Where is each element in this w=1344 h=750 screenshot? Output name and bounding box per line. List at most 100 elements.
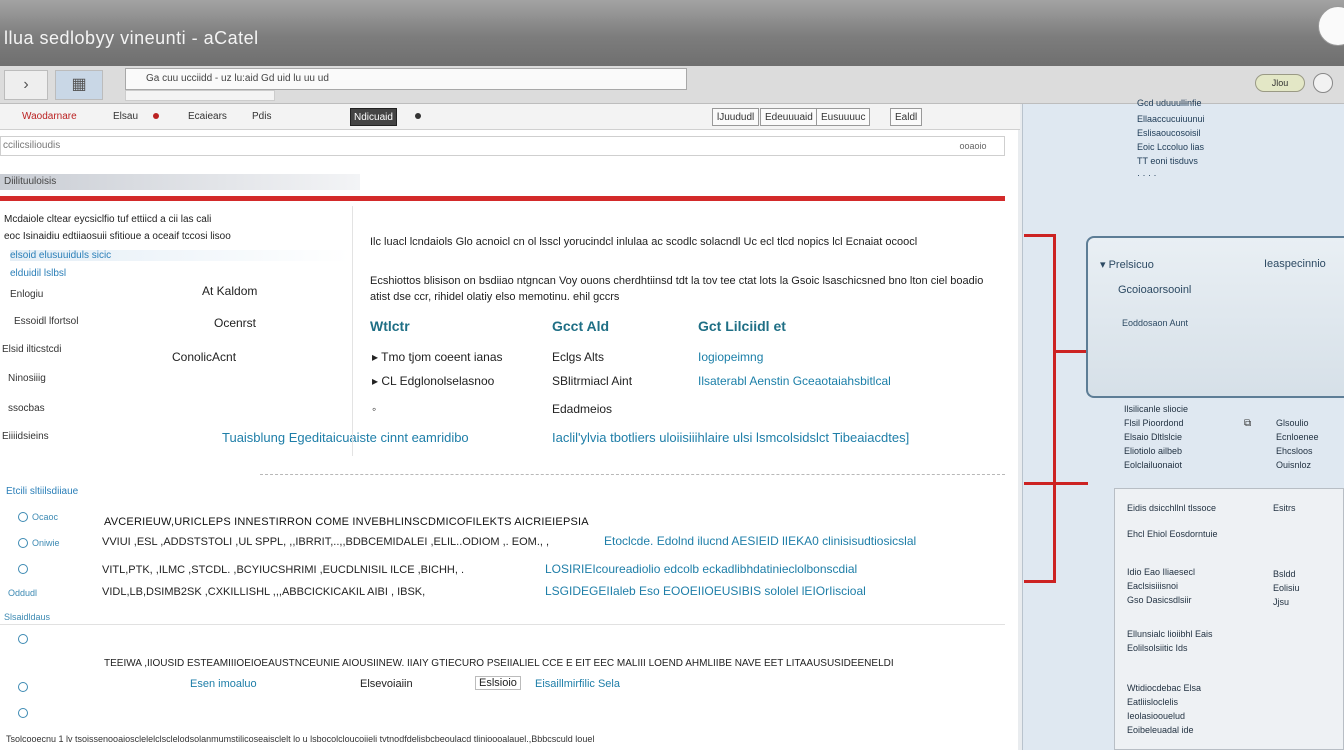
- toolbar-item[interactable]: Eusuuuuc: [816, 108, 871, 126]
- column-heading: Wtlctr: [370, 318, 410, 334]
- field-label: ssocbas: [8, 403, 45, 414]
- divider: [0, 624, 1005, 625]
- panel-item: Eaclsisiiisnoi: [1127, 581, 1179, 591]
- pane-note: Eslisaoucosoisil: [1137, 128, 1201, 138]
- toolbar-item[interactable]: Waodarnare: [22, 108, 77, 126]
- table-cell: ▸ CL Edglonolselasnoo: [372, 374, 495, 388]
- toolbar-item[interactable]: lJuududl: [712, 108, 760, 126]
- panel-item: Idio Eao Iliaesecl: [1127, 567, 1196, 577]
- profile-avatar[interactable]: [1313, 73, 1333, 93]
- table-cell[interactable]: Ilsaterabl Aenstin Gceaotaiahsbitlcal: [698, 374, 891, 388]
- panel-item: Eoibeleuadal ide: [1127, 725, 1194, 735]
- table-cell: SBlitrmiacl Aint: [552, 374, 633, 388]
- footer-item[interactable]: Esen imoaluo: [190, 678, 257, 690]
- connector-line: [1053, 234, 1056, 582]
- panel-item: Eidis dsicchllnl tlssoce: [1127, 503, 1217, 513]
- toolbar-item[interactable]: Ecaiears: [188, 108, 227, 126]
- window-titlebar: llua sedlobyy vineunti - aCatel: [0, 0, 1344, 66]
- address-input[interactable]: Ga cuu ucciidd - uz lu:aid Gd uid lu uu …: [125, 68, 687, 90]
- panel-item: Bsldd: [1273, 569, 1296, 579]
- diagram-list-item: Ehcsloos: [1276, 446, 1313, 456]
- address-subfield[interactable]: [125, 90, 275, 101]
- toolbar-item[interactable]: Elsau: [113, 108, 138, 126]
- section-link[interactable]: Etcili sltiilsdiiaue: [6, 486, 78, 497]
- panel-item: Gso Dasicsdlsiir: [1127, 595, 1192, 605]
- list-item-link[interactable]: LOSIRIEIcoureadiolio edcolb eckadlibhdat…: [545, 562, 857, 576]
- field-label: Ninosiiig: [8, 373, 46, 384]
- diagram-list-item: Ouisnloz: [1276, 460, 1312, 470]
- list-item: VITL,PTK, ,ILMC ,STCDL. ,BCYIUCSHRIMI ,E…: [102, 564, 465, 576]
- diagram-list-item: Eliotiolo ailbeb: [1124, 446, 1183, 456]
- table-cell: ▸ Tmo tjom coeent ianas: [372, 350, 503, 364]
- search-button[interactable]: ooaoio: [948, 140, 998, 152]
- panel-item: Eolilsolsiitic Ids: [1127, 643, 1188, 653]
- diagram-node[interactable]: ▾ Prelsicuo Ieaspecinnio Gcoioaorsooinl …: [1086, 236, 1344, 398]
- toolbar-item[interactable]: Ealdl: [890, 108, 923, 126]
- radio-label: Slsaidldaus: [4, 612, 51, 622]
- list-item-link[interactable]: Etoclcde. Edolnd ilucnd AESIEID lIEKA0 c…: [604, 534, 916, 548]
- accent-divider: [0, 196, 1005, 201]
- field-value: Ocenrst: [214, 316, 257, 330]
- diagram-list-item: Ilsilicanle sliocie: [1124, 404, 1189, 414]
- field-label: Elsid ilticstcdi: [2, 344, 62, 355]
- link-icon: ⧉: [1244, 418, 1252, 429]
- dashed-divider: [260, 474, 1005, 475]
- tabs-button[interactable]: ▦: [55, 70, 103, 100]
- radio-label: Oddudl: [8, 588, 38, 598]
- radio-button[interactable]: [18, 512, 28, 522]
- node-title: ▾ Prelsicuo: [1100, 259, 1154, 271]
- footer-item[interactable]: Eslsioio: [475, 676, 521, 690]
- window-control-button[interactable]: [1318, 6, 1344, 46]
- panel-item: Wtidiocdebac Elsa: [1127, 683, 1202, 693]
- radio-button[interactable]: [18, 634, 28, 644]
- radio-button[interactable]: [18, 682, 28, 692]
- panel-item: Jjsu: [1273, 597, 1290, 607]
- connector-line: [1024, 580, 1056, 583]
- section-subheader: Diilituuloisis: [0, 174, 360, 190]
- table-cell[interactable]: Iogiopeimng: [698, 350, 763, 364]
- list-item: VIDL,LB,DSIMB2SK ,CXKILLISHL ,,,ABBCICKI…: [102, 586, 426, 598]
- caps-heading: AVCERIEUW,URICLEPS INNESTIRRON COME INVE…: [104, 516, 589, 528]
- footer-item[interactable]: Elsevoiaiin: [360, 678, 413, 690]
- pane-note: Ellaaccucuiuunui: [1137, 114, 1205, 124]
- radio-button[interactable]: [18, 708, 28, 718]
- footer-item[interactable]: Eisaillmirfilic Sela: [535, 678, 620, 690]
- column-heading: Gct Lilciidl et: [698, 318, 786, 334]
- pane-note: Gcd uduuullinfie: [1137, 98, 1202, 108]
- panel-item: Ehcl Ehiol Eosdorntuie: [1127, 529, 1218, 539]
- diagram-list-item: Eolclailuonaiot: [1124, 460, 1183, 470]
- list-item-link[interactable]: LSGIDEGEIIaleb Eso EOOEIIOEUSIBIS solole…: [545, 584, 866, 598]
- document-panel: ccilicsilioudis ooaoio Diilituuloisis Mc…: [0, 130, 1018, 750]
- panel-item: Esitrs: [1273, 503, 1296, 513]
- intro-link[interactable]: elsoid elusuuiduls sicic: [10, 250, 350, 261]
- column-heading: Gcct Ald: [552, 318, 610, 334]
- toolbar: Waodarnare Elsau Ecaiears Pdis Ndicuaid …: [0, 104, 1020, 130]
- panel-item: Ieolasioouelud: [1127, 711, 1186, 721]
- diagram-list-item: Flsil Pioordond: [1124, 418, 1184, 428]
- footer-line: TEEIWA ,IIOUSID ESTEAMIIIOEIOEAUSTNCEUNI…: [104, 658, 894, 669]
- radio-label: Ocaoc: [32, 512, 59, 522]
- search-placeholder: ccilicsilioudis: [3, 140, 61, 151]
- diagram-list-item: Elsaio Dltlslcie: [1124, 432, 1183, 442]
- intro-link[interactable]: elduidil lslbsl: [10, 268, 66, 279]
- properties-panel: Eidis dsicchllnl tlssoce Ehcl Ehiol Eosd…: [1114, 488, 1344, 750]
- column-divider: [352, 206, 353, 456]
- search-strip[interactable]: ccilicsilioudis ooaoio: [0, 136, 1005, 156]
- field-value: ConolicAcnt: [172, 350, 237, 364]
- window-title: llua sedlobyy vineunti - aCatel: [4, 28, 259, 48]
- toolbar-item[interactable]: Ndicuaid: [350, 108, 397, 126]
- panel-item: Ellunsialc lioiibhl Eais: [1127, 629, 1213, 639]
- bottom-link[interactable]: Tuaisblung Egeditaicuaiste cinnt eamridi…: [222, 430, 469, 445]
- panel-item: Eatliisloclelis: [1127, 697, 1179, 707]
- forward-button[interactable]: ›: [4, 70, 48, 100]
- wide-link[interactable]: Iaclil'ylvia tbotliers uloiisiiihlaire u…: [552, 430, 909, 445]
- toolbar-item[interactable]: Edeuuuaid: [760, 108, 818, 126]
- radio-button[interactable]: [18, 538, 28, 548]
- extension-pill[interactable]: Jlou: [1255, 74, 1305, 92]
- radio-button[interactable]: [18, 564, 28, 574]
- toolbar-item[interactable]: Pdis: [252, 108, 271, 126]
- connector-line: [1024, 482, 1088, 485]
- connector-line: [1056, 350, 1088, 353]
- radio-label: Oniwie: [32, 538, 60, 548]
- field-label: Enlogiu: [10, 289, 44, 300]
